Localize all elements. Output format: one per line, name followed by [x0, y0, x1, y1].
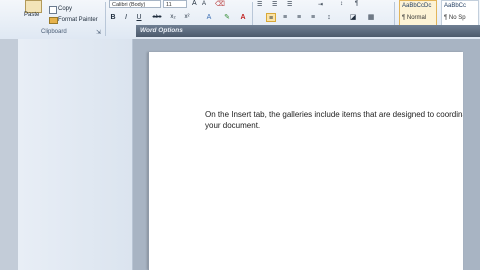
paste-label[interactable]: Paste [24, 12, 39, 18]
document-page[interactable]: On the Insert tab, the galleries include… [148, 52, 463, 270]
justify-button[interactable]: ≡ [308, 13, 318, 22]
shading-icon[interactable]: ◪ [348, 13, 358, 22]
style-no-spacing[interactable]: AaBbCc ¶ No Sp [441, 0, 479, 26]
style-preview: AaBbCc [444, 3, 467, 9]
indent-icon[interactable]: ⇥ [318, 1, 323, 8]
show-marks-icon[interactable]: ¶ [355, 1, 358, 7]
font-size-box[interactable]: 11 [163, 0, 187, 8]
document-line-1: On the Insert tab, the galleries include… [205, 110, 463, 119]
window-title: Word Options [140, 27, 183, 34]
copy-button[interactable]: Copy [58, 6, 72, 12]
shrink-font-icon[interactable]: A [202, 1, 206, 7]
style-preview: AaBbCcDc [402, 3, 432, 9]
format-painter-icon[interactable] [49, 17, 58, 24]
bullets-icon[interactable]: ☰ [257, 1, 262, 8]
align-right-button[interactable]: ≡ [294, 13, 304, 22]
align-left-button[interactable]: ≡ [266, 13, 276, 22]
navigation-pane [18, 39, 133, 270]
clipboard-group-label: Clipboard [41, 29, 67, 35]
line-spacing-icon[interactable]: ↕ [324, 13, 334, 22]
window-title-bar[interactable]: Word Options [136, 25, 480, 37]
style-normal[interactable]: AaBbCcDc ¶ Normal [399, 0, 437, 26]
subscript-button[interactable]: x₂ [168, 13, 178, 22]
copy-icon[interactable] [49, 6, 57, 14]
left-strip [0, 39, 18, 270]
format-painter-button[interactable]: Format Painter [58, 17, 98, 23]
align-center-button[interactable]: ≡ [280, 13, 290, 22]
font-color-icon[interactable]: A [238, 13, 248, 22]
numbering-icon[interactable]: ☰ [272, 1, 277, 8]
bold-button[interactable]: B [109, 13, 117, 22]
style-name: ¶ Normal [402, 15, 427, 21]
underline-button[interactable]: U [135, 13, 143, 22]
sort-icon[interactable]: ↕ [340, 1, 343, 7]
italic-button[interactable]: I [122, 13, 130, 22]
multilevel-list-icon[interactable]: ☰ [287, 1, 292, 8]
clipboard-dialog-launcher-icon[interactable]: ⇲ [96, 29, 101, 36]
group-divider [105, 2, 106, 36]
style-name: ¶ No Sp [444, 15, 466, 21]
clear-formatting-icon[interactable]: ⌫ [215, 0, 225, 8]
highlight-icon[interactable]: ✎ [222, 13, 232, 22]
font-name-box[interactable]: Calibri (Body) [109, 0, 161, 8]
superscript-button[interactable]: x² [182, 13, 192, 22]
document-line-2: your document. [205, 121, 261, 130]
borders-icon[interactable]: ▦ [366, 13, 376, 22]
document-paragraph[interactable]: On the Insert tab, the galleries include… [205, 109, 463, 131]
strikethrough-button[interactable]: abc [150, 13, 164, 22]
grow-font-icon[interactable]: A [192, 0, 197, 7]
text-effects-icon[interactable]: A [204, 13, 214, 22]
